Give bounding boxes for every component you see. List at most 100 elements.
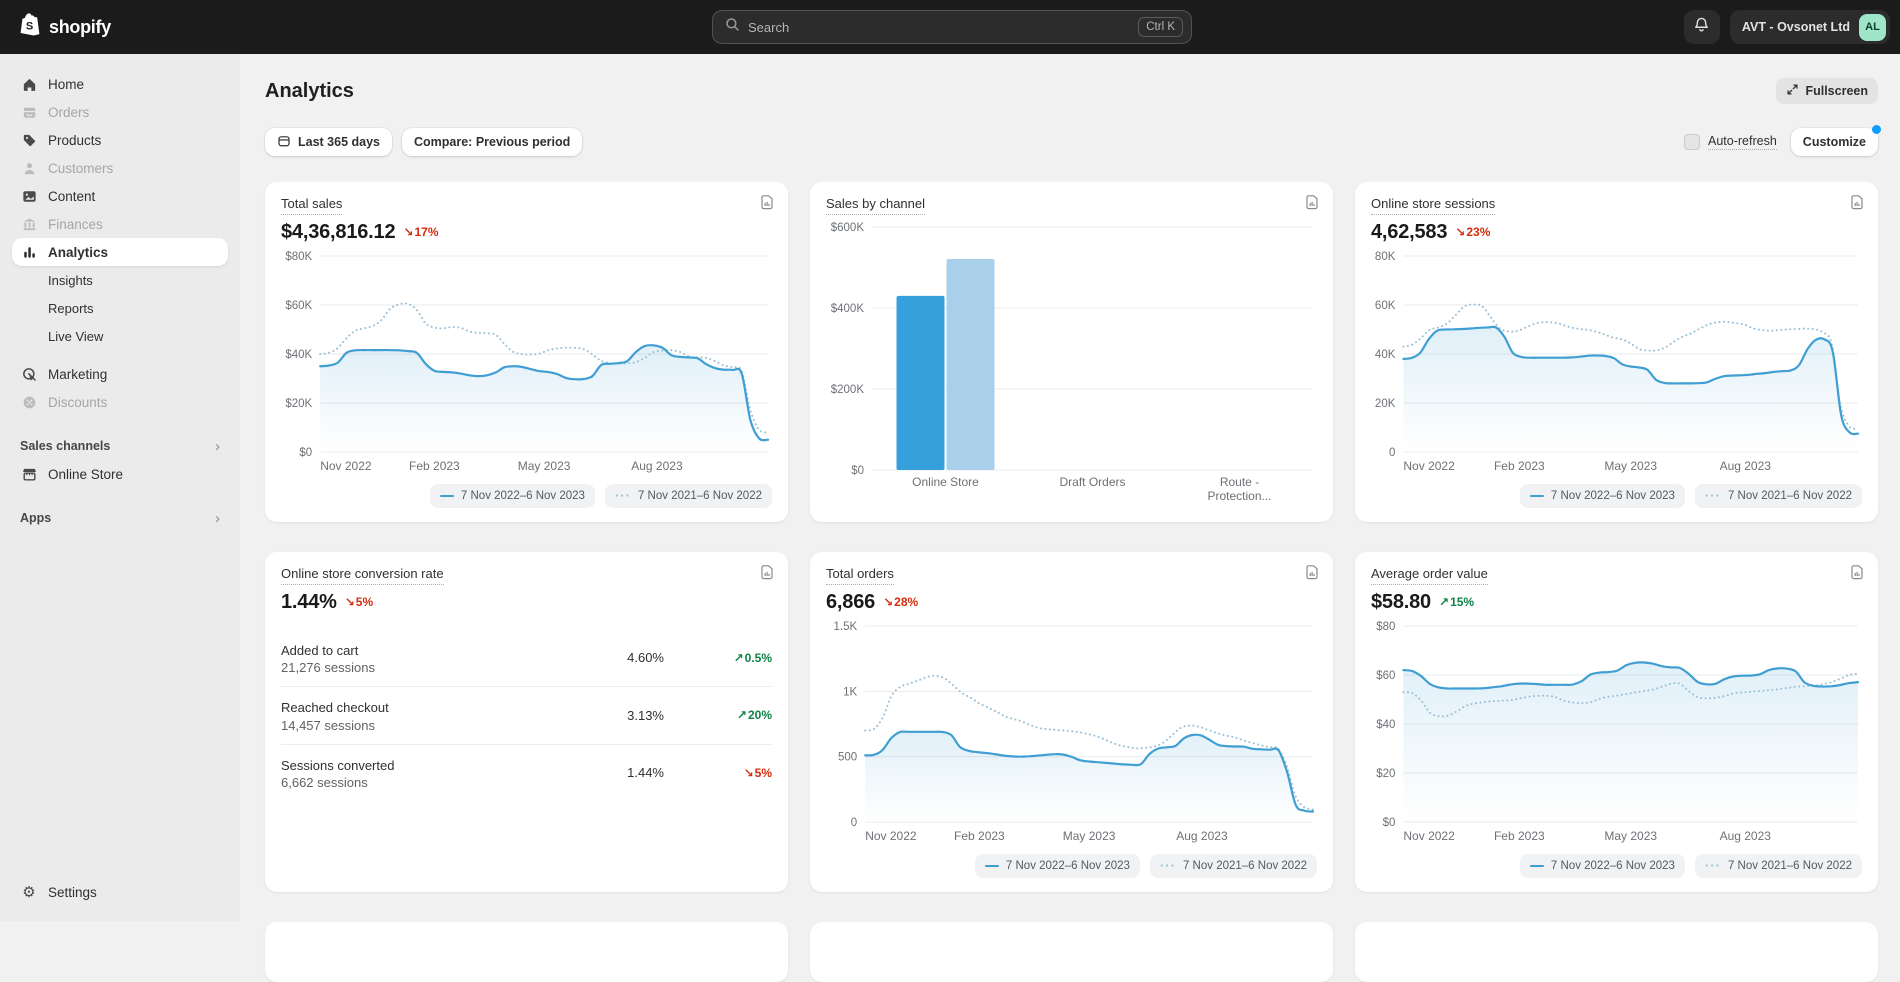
sidebar-item-reports[interactable]: Reports [12, 294, 228, 322]
auto-refresh-checkbox[interactable] [1684, 134, 1700, 150]
svg-text:0: 0 [1389, 447, 1395, 459]
sidebar-item-finances[interactable]: Finances [12, 210, 228, 238]
notifications-button[interactable] [1684, 10, 1720, 44]
legend-current[interactable]: 7 Nov 2022–6 Nov 2023 [1520, 484, 1685, 508]
avatar: AL [1859, 14, 1886, 41]
svg-text:$80K: $80K [285, 251, 312, 263]
legend-previous[interactable]: ···7 Nov 2021–6 Nov 2022 [605, 484, 772, 508]
sidebar-section-apps[interactable]: Apps › [12, 504, 228, 532]
svg-text:Nov 2022: Nov 2022 [1403, 459, 1455, 473]
svg-text:80K: 80K [1375, 251, 1396, 263]
fullscreen-icon [1786, 83, 1799, 99]
customize-button[interactable]: Customize [1791, 128, 1878, 156]
metric-value: 6,866 [826, 591, 875, 614]
funnel-row-added-to-cart: Added to cart 21,276 sessions 4.60% ↗ 0.… [281, 630, 772, 687]
search-placeholder: Search [748, 20, 1138, 35]
svg-text:0: 0 [851, 817, 857, 829]
search-icon [725, 17, 740, 37]
legend-current[interactable]: 7 Nov 2022–6 Nov 2023 [975, 854, 1140, 878]
sidebar-item-discounts[interactable]: Discounts [12, 388, 228, 416]
svg-text:40K: 40K [1375, 349, 1396, 361]
marketing-icon [20, 365, 38, 383]
report-icon[interactable] [1849, 194, 1865, 215]
svg-text:Route -Protection...: Route -Protection... [1207, 475, 1271, 503]
svg-text:$40: $40 [1376, 719, 1395, 731]
svg-text:$600K: $600K [831, 222, 865, 234]
svg-text:Aug 2023: Aug 2023 [631, 459, 683, 473]
fullscreen-button[interactable]: Fullscreen [1776, 78, 1878, 104]
sidebar-item-online-store[interactable]: Online Store [12, 460, 228, 488]
legend-previous[interactable]: ···7 Nov 2021–6 Nov 2022 [1150, 854, 1317, 878]
compare-button[interactable]: Compare: Previous period [402, 128, 582, 156]
metric-delta: ↗ 15% [1439, 595, 1474, 609]
svg-text:Draft Orders: Draft Orders [1059, 475, 1125, 489]
search-input[interactable]: Search Ctrl K [712, 10, 1192, 44]
conversion-funnel: Added to cart 21,276 sessions 4.60% ↗ 0.… [281, 630, 772, 802]
svg-text:May 2023: May 2023 [1604, 459, 1657, 473]
report-icon[interactable] [759, 564, 775, 585]
legend-previous[interactable]: ···7 Nov 2021–6 Nov 2022 [1695, 484, 1862, 508]
svg-text:Nov 2022: Nov 2022 [865, 829, 917, 843]
card-partial [1355, 922, 1878, 982]
sidebar: Home Orders Products Customers Content F… [0, 54, 240, 921]
report-icon[interactable] [1304, 564, 1320, 585]
svg-text:Nov 2022: Nov 2022 [1403, 829, 1455, 843]
products-icon [20, 131, 38, 149]
svg-text:Aug 2023: Aug 2023 [1720, 829, 1772, 843]
shopify-logo[interactable]: S shopify [0, 12, 240, 43]
funnel-row-sessions-converted: Sessions converted 6,662 sessions 1.44% … [281, 744, 772, 802]
sidebar-item-insights[interactable]: Insights [12, 266, 228, 294]
date-range-button[interactable]: Last 365 days [265, 128, 392, 156]
metric-delta: ↘ 17% [403, 225, 438, 239]
svg-text:Nov 2022: Nov 2022 [320, 459, 372, 473]
sidebar-section-sales-channels[interactable]: Sales channels › [12, 432, 228, 460]
svg-text:Feb 2023: Feb 2023 [1494, 829, 1545, 843]
svg-text:1K: 1K [843, 686, 857, 698]
account-menu[interactable]: AVT - Ovsonet Ltd AL [1730, 10, 1890, 44]
sales-by-channel-chart: $0$200K$400K$600KOnline StoreDraft Order… [826, 219, 1317, 508]
svg-text:$20: $20 [1376, 768, 1395, 780]
store-name: AVT - Ovsonet Ltd [1742, 20, 1850, 34]
shopify-wordmark: shopify [49, 17, 111, 38]
legend-current[interactable]: 7 Nov 2022–6 Nov 2023 [430, 484, 595, 508]
card-title[interactable]: Online store sessions [1371, 196, 1495, 215]
card-title[interactable]: Average order value [1371, 566, 1488, 585]
svg-text:Feb 2023: Feb 2023 [1494, 459, 1545, 473]
svg-text:$60K: $60K [285, 300, 312, 312]
sidebar-item-customers[interactable]: Customers [12, 154, 228, 182]
sidebar-item-content[interactable]: Content [12, 182, 228, 210]
metric-value: $58.80 [1371, 591, 1431, 614]
sidebar-item-live-view[interactable]: Live View [12, 322, 228, 350]
sidebar-item-home[interactable]: Home [12, 70, 228, 98]
notification-dot [1872, 125, 1881, 134]
svg-text:$0: $0 [299, 447, 312, 459]
content-icon [20, 187, 38, 205]
metric-value: $4,36,816.12 [281, 221, 395, 244]
total-orders-chart: 05001K1.5KNov 2022Feb 2023May 2023Aug 20… [826, 618, 1317, 848]
sidebar-item-orders[interactable]: Orders [12, 98, 228, 126]
sidebar-item-analytics[interactable]: Analytics [12, 238, 228, 266]
page-title: Analytics [265, 80, 354, 103]
solid-line-marker [1530, 495, 1544, 498]
legend-current[interactable]: 7 Nov 2022–6 Nov 2023 [1520, 854, 1685, 878]
legend-previous[interactable]: ···7 Nov 2021–6 Nov 2022 [1695, 854, 1862, 878]
report-icon[interactable] [1304, 194, 1320, 215]
chevron-right-icon: › [215, 438, 220, 455]
card-partial [810, 922, 1333, 982]
auto-refresh-toggle[interactable]: Auto-refresh [1684, 134, 1777, 150]
sidebar-item-marketing[interactable]: Marketing [12, 360, 228, 388]
shopify-bag-icon: S [18, 12, 42, 43]
metric-delta: ↘ 28% [883, 595, 918, 609]
solid-line-marker [985, 865, 999, 868]
card-title[interactable]: Total sales [281, 196, 342, 215]
svg-text:May 2023: May 2023 [1063, 829, 1116, 843]
report-icon[interactable] [759, 194, 775, 215]
metric-delta: ↘ 23% [1455, 225, 1490, 239]
card-title[interactable]: Sales by channel [826, 196, 925, 215]
report-icon[interactable] [1849, 564, 1865, 585]
card-title[interactable]: Total orders [826, 566, 894, 585]
card-total-orders: Total orders 6,866 ↘ 28% 05001K1.5KNov 2… [810, 552, 1333, 892]
sidebar-item-products[interactable]: Products [12, 126, 228, 154]
card-title[interactable]: Online store conversion rate [281, 566, 444, 585]
sidebar-item-settings[interactable]: ⚙ Settings [12, 878, 228, 906]
